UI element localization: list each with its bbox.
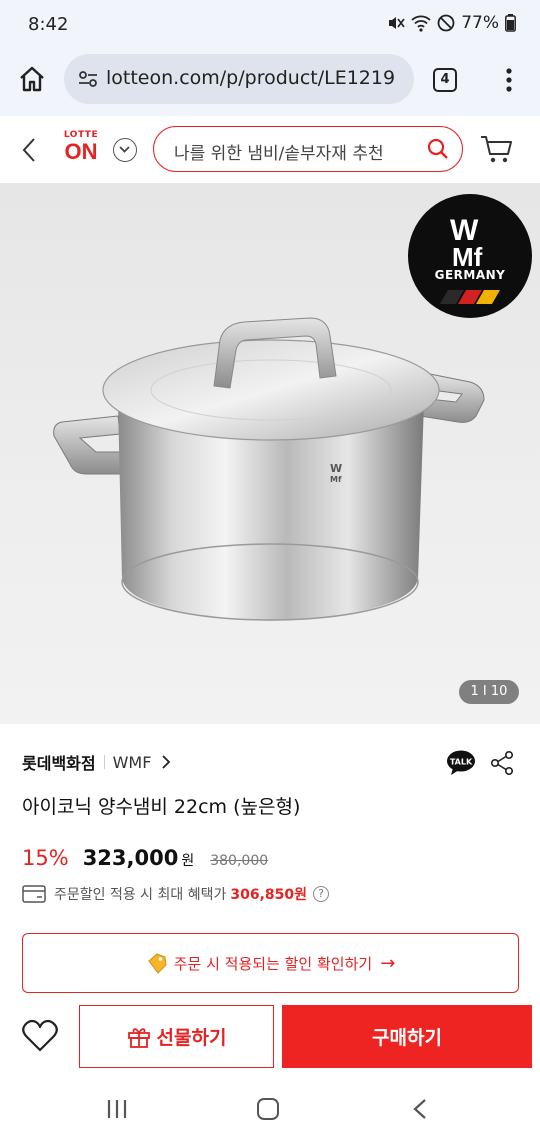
original-price: 380,000 [210,853,269,869]
price-unit: 원 [181,853,195,869]
browser-toolbar: lotteon.com/p/product/LE1219 4 [0,50,540,116]
product-image-gallery[interactable]: W Mf W Mf GERMANY 1 I 10 [0,184,540,724]
share-icon[interactable] [490,750,514,776]
home-icon[interactable] [16,63,48,95]
brand-link[interactable]: WMF [113,753,152,772]
coupon-tag-icon [148,953,167,974]
back-arrow-icon[interactable] [18,136,40,164]
product-title: 아이코닉 양수냄비 22cm (높은형) [22,796,301,818]
gift-label: 선물하기 [156,1027,227,1049]
wmf-logo-mark: W Mf [440,214,500,304]
gift-button[interactable]: 선물하기 [79,1005,274,1068]
mute-icon [389,17,405,29]
system-nav-bar [0,1078,540,1140]
status-bar: 8:42 77% [0,0,540,50]
tab-switcher-button[interactable]: 4 [433,68,457,92]
benefit-price: 306,850원 [230,887,308,903]
lotte-on-logo[interactable]: LOTTE ON [58,130,104,172]
status-icons: 77% [387,13,516,33]
cart-icon[interactable] [480,134,514,164]
discount-rate: 15% [22,846,69,870]
search-input[interactable]: 나를 위한 냄비/솥부자재 추천 [153,126,463,172]
url-text[interactable]: lotteon.com/p/product/LE1219 [106,67,406,89]
more-menu-icon[interactable] [500,66,518,94]
logo-main-text: ON [64,139,98,164]
search-placeholder: 나를 위한 냄비/솥부자재 추천 [174,144,384,164]
image-counter: 1 I 10 [459,680,519,704]
svg-text:TALK: TALK [450,758,473,767]
buy-button[interactable]: 구매하기 [282,1005,532,1068]
gift-icon [127,1027,150,1048]
brand-badge: W Mf GERMANY [408,194,532,318]
svg-text:W: W [330,462,342,475]
info-icon[interactable]: ? [313,886,330,902]
store-name[interactable]: 롯데백화점 [22,750,96,774]
badge-country-text: GERMANY [434,268,506,282]
battery-icon [505,14,516,32]
price-row: 15% 323,000 원 380,000 [22,846,268,870]
dnd-icon [437,14,455,32]
battery-percent: 77% [461,13,499,33]
search-icon[interactable] [426,137,450,161]
heart-icon[interactable] [20,1016,60,1056]
app-header: LOTTE ON 나를 위한 냄비/솥부자재 추천 [0,116,540,184]
benefit-row: 주문할인 적용 시 최대 혜택가 306,850원 ? [22,884,330,904]
talk-chat-icon[interactable]: TALK [446,750,476,776]
svg-text:Mf: Mf [330,475,342,484]
discount-check-label: 주문 시 적용되는 할인 확인하기 [173,954,373,973]
discount-check-button[interactable]: 주문 시 적용되는 할인 확인하기 → [22,933,519,993]
store-divider [103,755,105,769]
sale-price: 323,000 [82,846,179,870]
home-nav-icon[interactable] [257,1098,279,1120]
url-bar[interactable]: lotteon.com/p/product/LE1219 [64,54,414,104]
recents-icon[interactable] [106,1098,128,1120]
chevron-right-icon[interactable] [161,755,171,769]
status-time: 8:42 [28,14,69,35]
service-dropdown-button[interactable] [113,138,137,162]
site-settings-icon[interactable] [78,69,98,89]
chevron-down-icon [119,146,130,153]
card-icon [22,885,46,903]
benefit-label: 주문할인 적용 시 최대 혜택가 [54,887,227,903]
buy-label: 구매하기 [372,1027,442,1049]
back-nav-icon[interactable] [411,1098,429,1120]
arrow-right-icon: → [380,952,396,974]
wifi-icon [411,15,431,32]
